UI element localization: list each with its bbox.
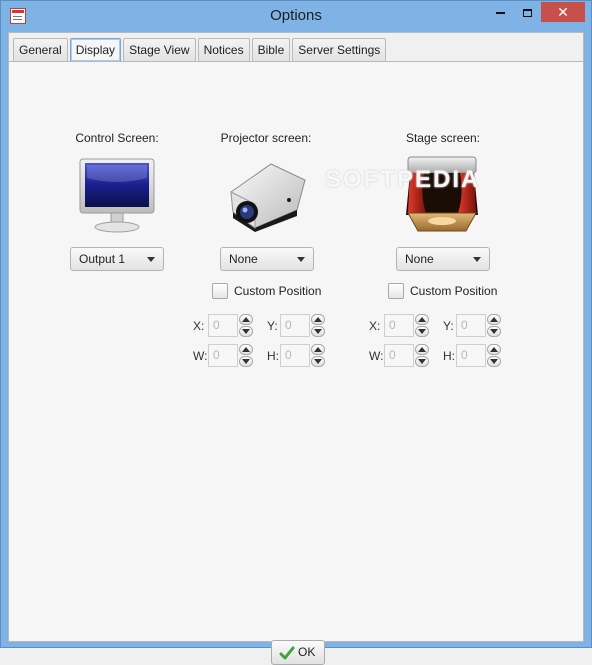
- ok-button[interactable]: OK: [271, 640, 325, 665]
- projector-w-decrement-button[interactable]: [239, 356, 253, 367]
- projector-y-label: Y:: [267, 319, 278, 333]
- stage-h-input[interactable]: 0: [456, 344, 486, 367]
- stage-screen-select[interactable]: None: [396, 247, 490, 271]
- tab-bar: General Display Stage View Notices Bible…: [13, 38, 388, 62]
- dialog-client: General Display Stage View Notices Bible…: [8, 32, 584, 665]
- minimize-icon: [495, 11, 505, 14]
- chevron-down-icon: [147, 257, 155, 262]
- projector-y-increment-button[interactable]: [311, 314, 325, 325]
- control-screen-select[interactable]: Output 1: [70, 247, 164, 271]
- stage-screen-selected: None: [405, 252, 434, 266]
- display-tab-panel: Control Screen: Output 1 Projector scree…: [9, 61, 583, 665]
- stage-x-increment-button[interactable]: [415, 314, 429, 325]
- tab-bible[interactable]: Bible: [251, 38, 291, 61]
- maximize-icon: [522, 8, 532, 17]
- projector-w-label: W:: [193, 349, 208, 363]
- stage-w-decrement-button[interactable]: [415, 356, 429, 367]
- watermark: SOFTPEDIA: [325, 166, 481, 193]
- title-bar[interactable]: Options ✕: [1, 1, 591, 32]
- stage-y-increment-button[interactable]: [487, 314, 501, 325]
- projector-h-input[interactable]: 0: [280, 344, 310, 367]
- projector-x-increment-button[interactable]: [239, 314, 253, 325]
- stage-y-label: Y:: [443, 319, 454, 333]
- projector-y-decrement-button[interactable]: [311, 326, 325, 337]
- maximize-button[interactable]: [514, 2, 540, 22]
- projector-custom-position-label: Custom Position: [234, 284, 322, 298]
- stage-w-spinner: [415, 344, 429, 367]
- projector-screen-label: Projector screen:: [220, 131, 312, 145]
- projector-y-input[interactable]: 0: [280, 314, 310, 337]
- projector-y-spinner: [311, 314, 325, 337]
- projector-x-spinner: [239, 314, 253, 337]
- control-screen-label: Control Screen:: [75, 131, 159, 145]
- chevron-down-icon: [297, 257, 305, 262]
- checkmark-icon: [279, 646, 295, 660]
- close-button[interactable]: ✕: [541, 2, 585, 22]
- stage-x-spinner: [415, 314, 429, 337]
- stage-y-input[interactable]: 0: [456, 314, 486, 337]
- projector-w-input[interactable]: 0: [208, 344, 238, 367]
- stage-h-spinner: [487, 344, 501, 367]
- ok-label: OK: [298, 645, 316, 659]
- tab-stage-view[interactable]: Stage View: [123, 38, 196, 61]
- projector-h-label: H:: [267, 349, 279, 363]
- projector-x-decrement-button[interactable]: [239, 326, 253, 337]
- projector-h-decrement-button[interactable]: [311, 356, 325, 367]
- stage-custom-position[interactable]: Custom Position: [388, 282, 528, 300]
- close-icon: ✕: [557, 4, 569, 20]
- stage-custom-position-checkbox[interactable]: [388, 283, 404, 299]
- stage-h-decrement-button[interactable]: [487, 356, 501, 367]
- projector-h-spinner: [311, 344, 325, 367]
- stage-w-input[interactable]: 0: [384, 344, 414, 367]
- control-screen-selected: Output 1: [79, 252, 126, 266]
- stage-h-label: H:: [443, 349, 455, 363]
- stage-h-increment-button[interactable]: [487, 344, 501, 355]
- tab-notices[interactable]: Notices: [197, 38, 250, 61]
- monitor-icon: [79, 158, 155, 233]
- stage-y-spinner: [487, 314, 501, 337]
- projector-screen-select[interactable]: None: [220, 247, 314, 271]
- stage-x-label: X:: [369, 319, 381, 333]
- projector-x-label: X:: [193, 319, 205, 333]
- projector-w-spinner: [239, 344, 253, 367]
- stage-x-input[interactable]: 0: [384, 314, 414, 337]
- minimize-button[interactable]: [487, 2, 513, 22]
- tab-general[interactable]: General: [13, 38, 68, 61]
- tab-display[interactable]: Display: [69, 38, 122, 61]
- stage-w-label: W:: [369, 349, 384, 363]
- projector-x-input[interactable]: 0: [208, 314, 238, 337]
- stage-x-decrement-button[interactable]: [415, 326, 429, 337]
- projector-h-increment-button[interactable]: [311, 344, 325, 355]
- projector-icon: [230, 163, 306, 232]
- stage-w-increment-button[interactable]: [415, 344, 429, 355]
- options-window: Options ✕ General Display Stage View Not…: [0, 0, 592, 665]
- projector-custom-position[interactable]: Custom Position: [212, 282, 352, 300]
- projector-w-increment-button[interactable]: [239, 344, 253, 355]
- stage-custom-position-label: Custom Position: [410, 284, 498, 298]
- tab-server-settings[interactable]: Server Settings: [292, 38, 387, 61]
- stage-y-decrement-button[interactable]: [487, 326, 501, 337]
- projector-custom-position-checkbox[interactable]: [212, 283, 228, 299]
- chevron-down-icon: [473, 257, 481, 262]
- stage-screen-label: Stage screen:: [405, 131, 481, 145]
- projector-screen-selected: None: [229, 252, 258, 266]
